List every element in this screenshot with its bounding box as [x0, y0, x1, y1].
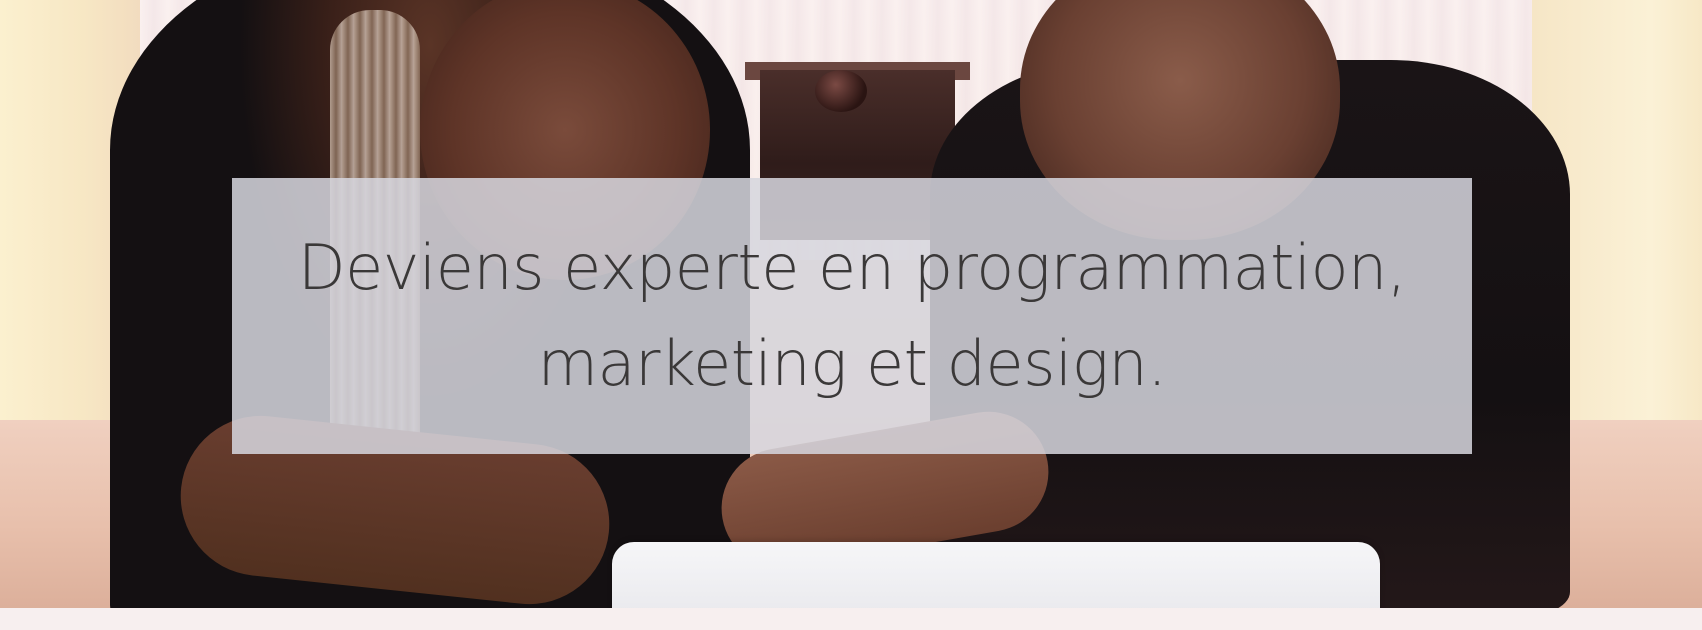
hero-headline: Deviens experte en programmation, market… [262, 220, 1442, 412]
hero-headline-line-1: Deviens experte en programmation, [297, 231, 1407, 304]
photo-desk-edge [0, 608, 1702, 630]
background-vase [815, 70, 867, 112]
headline-overlay-panel: Deviens experte en programmation, market… [232, 178, 1472, 454]
hero-headline-line-2: marketing et design. [537, 327, 1167, 400]
hero-banner: Deviens experte en programmation, market… [0, 0, 1702, 630]
